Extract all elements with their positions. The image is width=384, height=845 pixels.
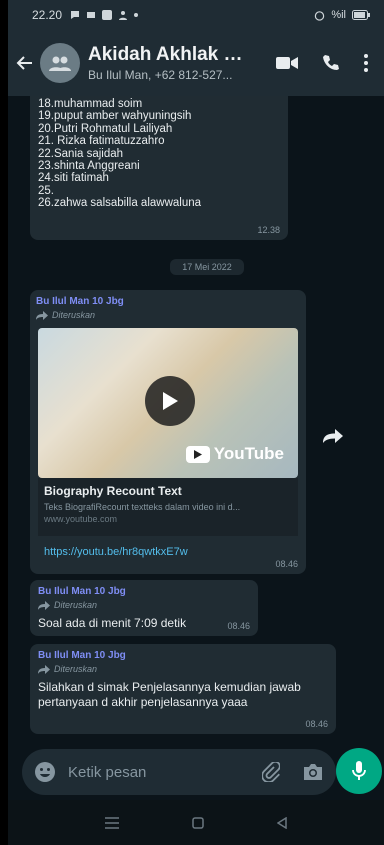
home-icon[interactable]: [192, 816, 204, 829]
message-bubble[interactable]: Bu Ilul Man 10 Jbg Diteruskan Soal ada d…: [30, 580, 258, 636]
forward-icon: [38, 664, 50, 674]
back-arrow-icon: [16, 56, 32, 70]
forward-icon: [36, 310, 48, 320]
message-time: 08.46: [275, 559, 298, 569]
forward-icon: [38, 600, 50, 610]
link-description: Teks BiografiRecount textteks dalam vide…: [44, 502, 241, 512]
message-time: 08.46: [305, 719, 328, 729]
link-preview[interactable]: Biography Recount Text Teks BiografiReco…: [38, 478, 298, 536]
chat-title-block[interactable]: Akidah Akhlak X... Bu Ilul Man, +62 812-…: [88, 44, 248, 82]
microphone-icon: [352, 761, 366, 780]
voice-call-icon[interactable]: [322, 54, 340, 72]
list-line: 19.puput amber wahyuningsih: [38, 110, 192, 123]
sender-name: Bu Ilul Man 10 Jbg: [38, 650, 126, 661]
system-navigation-bar: [8, 800, 384, 845]
play-button[interactable]: [145, 376, 195, 426]
recent-apps-icon[interactable]: [104, 816, 119, 829]
date-chip: 17 Mei 2022: [170, 259, 244, 275]
alarm-icon: [315, 10, 325, 21]
list-line: 18.muhammad soim: [38, 98, 143, 110]
youtube-logo: YouTube: [185, 444, 284, 464]
forwarded-label: Diteruskan: [38, 600, 250, 610]
message-time: 12.38: [257, 225, 280, 235]
forwarded-text: Diteruskan: [52, 310, 96, 320]
list-line: 25.: [38, 184, 54, 197]
compose-bar: [8, 746, 384, 800]
link-domain: www.youtube.com: [44, 514, 118, 524]
group-icon: [49, 56, 71, 71]
forwarded-text: Diteruskan: [54, 600, 98, 610]
message-notification-icon: [87, 12, 96, 18]
message-input[interactable]: [68, 763, 218, 781]
message-text: Silahkan d simak Penjelasannya kemudian …: [38, 680, 301, 709]
battery-icon: [352, 10, 370, 20]
input-actions: [262, 762, 324, 782]
app-notification-icon: [102, 10, 113, 20]
list-line: 24.siti fatimah: [38, 172, 109, 185]
menu-more-icon[interactable]: [364, 54, 368, 72]
message-bubble-link[interactable]: Bu Ilul Man 10 Jbg Diteruskan YouTube Bi…: [30, 290, 306, 574]
message-input-box[interactable]: [22, 749, 336, 795]
group-avatar[interactable]: [40, 43, 80, 83]
sender-name: Bu Ilul Man 10 Jbg: [36, 296, 124, 307]
forwarded-text: Diteruskan: [54, 664, 98, 674]
share-forward-icon[interactable]: [323, 429, 343, 443]
chat-header: Akidah Akhlak X... Bu Ilul Man, +62 812-…: [8, 30, 384, 96]
chat-title: Akidah Akhlak X...: [88, 44, 248, 65]
play-icon: [163, 392, 178, 410]
link-title: Biography Recount Text: [44, 484, 182, 498]
list-line: 22.Sania sajidah: [38, 147, 124, 160]
chat-subtitle: Bu Ilul Man, +62 812-527...: [88, 68, 233, 82]
link-url[interactable]: https://youtu.be/hr8qwtkxE7w: [44, 546, 188, 558]
youtube-wordmark: YouTube: [213, 444, 284, 463]
list-line: 23.shinta Anggreani: [38, 160, 140, 173]
camera-icon[interactable]: [302, 763, 324, 781]
back-nav-icon[interactable]: [277, 816, 288, 829]
video-thumbnail[interactable]: YouTube: [38, 328, 298, 478]
video-call-icon[interactable]: [276, 56, 298, 70]
chat-area[interactable]: 18.muhammad soim 19.puput amber wahyunin…: [8, 96, 384, 746]
phone-screen: 22.20 %il Akidah Akhlak X... Bu Ilul Man…: [8, 0, 384, 845]
message-bubble-list[interactable]: 18.muhammad soim 19.puput amber wahyunin…: [30, 96, 288, 240]
status-bar: 22.20 %il: [8, 0, 384, 30]
attach-icon[interactable]: [262, 762, 280, 782]
chat-notification-icon: [71, 11, 80, 19]
message-bubble[interactable]: Bu Ilul Man 10 Jbg Diteruskan Silahkan d…: [30, 644, 336, 734]
message-time: 08.46: [227, 621, 250, 631]
status-time: 22.20: [32, 8, 63, 22]
more-notifications-dot: [134, 13, 139, 17]
status-right: %il: [314, 9, 370, 21]
forwarded-label: Diteruskan: [38, 664, 328, 674]
youtube-play-icon: [185, 445, 210, 463]
voice-message-button[interactable]: [336, 748, 382, 794]
person-notification-icon: [119, 11, 128, 20]
list-line: 21. Rizka fatimatuzzahro: [38, 135, 165, 148]
message-text: Soal ada di menit 7:09 detik: [38, 616, 187, 630]
list-line: 26.zahwa salsabilla alawwaluna: [38, 197, 202, 210]
signal-indicator: %il: [331, 9, 346, 21]
list-line: 20.Putri Rohmatul Lailiyah: [38, 122, 173, 135]
emoji-icon[interactable]: [34, 761, 56, 783]
forwarded-label: Diteruskan: [36, 310, 300, 320]
header-actions: [276, 54, 376, 72]
sender-name: Bu Ilul Man 10 Jbg: [38, 586, 126, 597]
notification-icons: [70, 10, 139, 20]
back-button[interactable]: [14, 54, 36, 72]
